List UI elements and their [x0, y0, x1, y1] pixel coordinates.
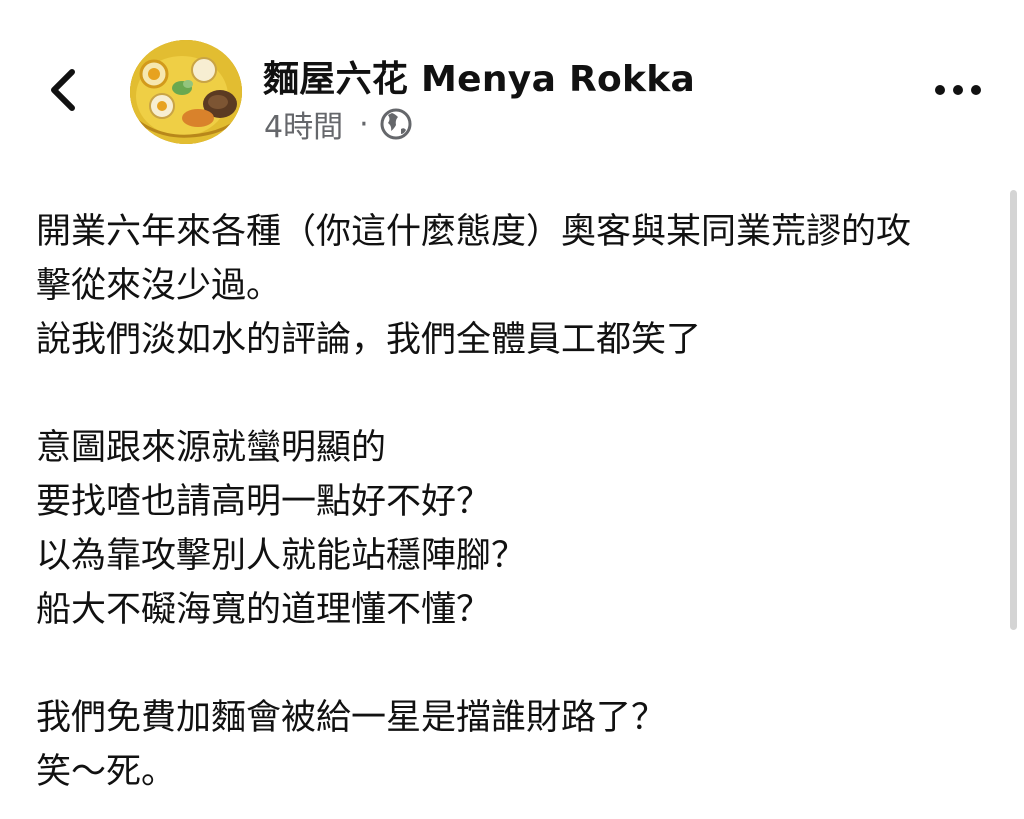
page-avatar[interactable] [130, 40, 242, 144]
back-button[interactable] [40, 62, 90, 118]
post-text: 開業六年來各種（你這什麼態度）奧客與某同業荒謬的攻 擊從來沒少過。 說我們淡如水… [36, 205, 996, 799]
post-header: 麵屋六花 Menya Rokka 4時間 · [0, 0, 1024, 170]
post-line: 我們免費加麵會被給一星是擋誰財路了？ [36, 698, 667, 738]
post-line: 船大不礙海寬的道理懂不懂？ [36, 590, 492, 630]
post-line: 意圖跟來源就蠻明顯的 [36, 428, 387, 468]
post-line: 笑～死。 [36, 752, 177, 792]
post-meta: 4時間 · [264, 102, 413, 146]
scrollbar[interactable] [1010, 190, 1017, 630]
post-line: 以為靠攻擊別人就能站穩陣腳？ [36, 536, 527, 576]
post-line: 開業六年來各種（你這什麼態度）奧客與某同業荒謬的攻 [36, 212, 912, 252]
globe-icon [379, 107, 413, 141]
post-line: 擊從來沒少過。 [36, 266, 282, 306]
ramen-bowl-image [130, 40, 242, 144]
more-options-button[interactable] [930, 70, 986, 110]
post-timestamp[interactable]: 4時間 [264, 102, 343, 146]
chevron-left-icon [51, 69, 75, 111]
post-line: 說我們淡如水的評論，我們全體員工都笑了 [36, 320, 702, 360]
meta-separator: · [359, 106, 369, 142]
page-name[interactable]: 麵屋六花 Menya Rokka [263, 50, 695, 102]
more-horizontal-icon [935, 85, 981, 95]
post-line: 要找喳也請高明一點好不好？ [36, 482, 492, 522]
